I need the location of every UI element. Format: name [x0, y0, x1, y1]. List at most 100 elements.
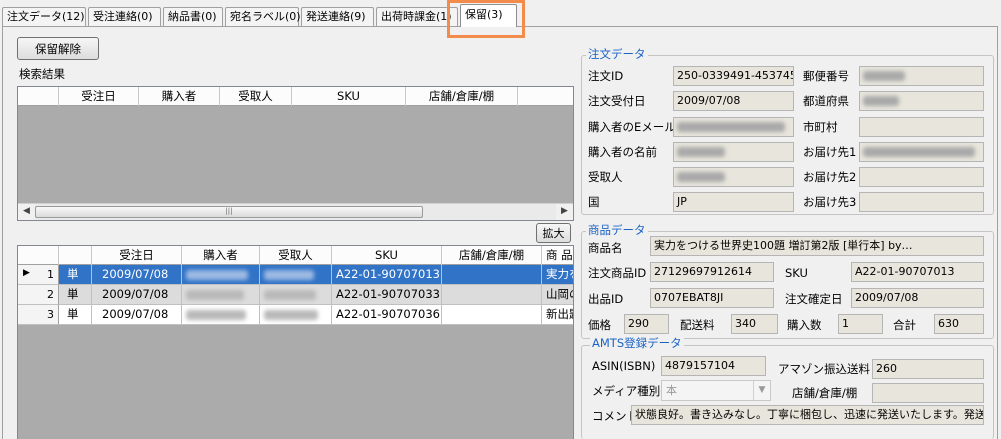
redacted-text: [186, 269, 248, 280]
product-data-title: 商品データ: [586, 223, 648, 237]
col-sku[interactable]: SKU: [292, 87, 406, 106]
address2-field[interactable]: [859, 167, 984, 187]
cell-sku: A22-01-90707033: [332, 285, 442, 305]
quantity-field[interactable]: 1: [838, 314, 883, 334]
confirm-date-field[interactable]: 2009/07/08: [851, 288, 984, 308]
total-label: 合計: [893, 318, 916, 332]
cell-recipient: [260, 305, 332, 325]
cell-product: 新出題: [542, 305, 573, 325]
col-recipient[interactable]: 受取人: [260, 246, 332, 265]
postal-code-label: 郵便番号: [803, 69, 849, 83]
redacted-text: [863, 96, 899, 106]
address3-field[interactable]: [859, 192, 984, 212]
order-item-id-label: 注文商品ID: [588, 266, 647, 280]
sku-field[interactable]: A22-01-90707013: [851, 262, 984, 282]
address1-field[interactable]: [859, 142, 984, 162]
col-buyer[interactable]: 購入者: [182, 246, 260, 265]
scroll-thumb[interactable]: |||: [35, 206, 423, 218]
buyer-name-field[interactable]: [673, 142, 794, 162]
cell-buyer: [182, 265, 260, 285]
horizontal-scrollbar[interactable]: ◀ ||| ▶: [18, 203, 573, 220]
order-item-id-field[interactable]: 27129697912614: [650, 262, 774, 282]
media-type-select[interactable]: 本 ▼: [661, 380, 771, 401]
tab-shipping-charge[interactable]: 出荷時課金(1): [376, 7, 458, 26]
col-recipient[interactable]: 受取人: [220, 87, 292, 106]
current-row-arrow-icon: ▶: [23, 268, 30, 278]
hold-orders-grid[interactable]: 受注日 購入者 受取人 SKU 店舗/倉庫/棚 商 品 ▶ 1 単 2009/0…: [17, 245, 574, 439]
address3-label: お届け先3: [803, 195, 857, 209]
row-header: ▶ 1: [18, 265, 59, 285]
table-row[interactable]: 3 単 2009/07/08 A22-01-90707036 新出題: [18, 305, 573, 325]
table-row[interactable]: ▶ 1 単 2009/07/08 A22-01-90707013 実力を: [18, 265, 573, 285]
tab-address-label[interactable]: 宛名ラベル(0): [225, 7, 301, 26]
grid-header: 受注日 購入者 受取人 SKU 店舗/倉庫/棚: [18, 87, 573, 106]
tab-order-contact[interactable]: 受注連絡(0): [88, 7, 161, 26]
order-data-title: 注文データ: [586, 47, 648, 61]
redacted-text: [186, 309, 246, 320]
address2-label: お届け先2: [803, 170, 857, 184]
row-number: 2: [47, 288, 54, 301]
table-row[interactable]: 2 単 2009/07/08 A22-01-90707033 山岡の: [18, 285, 573, 305]
confirm-date-label: 注文確定日: [785, 292, 843, 306]
shipping-fee-field[interactable]: 340: [731, 314, 778, 334]
col-type[interactable]: [59, 246, 92, 265]
order-date-field[interactable]: 2009/07/08: [673, 91, 794, 111]
cell-recipient: [260, 265, 332, 285]
row-number: 1: [47, 268, 54, 281]
redacted-text: [264, 289, 316, 300]
cell-sku: A22-01-90707036: [332, 305, 442, 325]
redacted-text: [863, 147, 975, 157]
col-order-date[interactable]: 受注日: [59, 87, 139, 106]
search-results-grid[interactable]: 受注日 購入者 受取人 SKU 店舗/倉庫/棚 ◀ ||| ▶: [17, 86, 574, 221]
header-corner: [18, 87, 59, 106]
col-store[interactable]: 店舗/倉庫/棚: [442, 246, 542, 265]
row-header: 3: [18, 305, 59, 325]
cell-type: 単: [59, 285, 92, 305]
comment-field[interactable]: 状態良好。書き込みなし。丁寧に梱包し、迅速に発送いたします。発送予: [631, 405, 984, 425]
amazon-shipping-fee-field[interactable]: 260: [872, 359, 984, 379]
col-product[interactable]: 商 品: [542, 246, 573, 265]
cell-type: 単: [59, 305, 92, 325]
scroll-right-icon[interactable]: ▶: [556, 204, 573, 220]
expand-button[interactable]: 拡大: [536, 223, 571, 243]
col-sku[interactable]: SKU: [332, 246, 442, 265]
order-id-field[interactable]: 250-0339491-4537456: [673, 66, 794, 86]
store-location-field[interactable]: [872, 383, 984, 403]
asin-field[interactable]: 4879157104: [661, 356, 766, 376]
recipient-field[interactable]: [673, 167, 794, 187]
listing-id-field[interactable]: 0707EBAT8JI: [650, 288, 774, 308]
postal-code-field[interactable]: [859, 66, 984, 86]
cell-store: [442, 265, 542, 285]
buyer-email-field[interactable]: [673, 117, 794, 137]
country-field[interactable]: JP: [673, 192, 794, 212]
buyer-name-label: 購入者の名前: [588, 145, 657, 159]
cell-order-date: 2009/07/08: [92, 265, 182, 285]
cell-type: 単: [59, 265, 92, 285]
scroll-left-icon[interactable]: ◀: [18, 204, 35, 220]
media-type-label: メディア種別: [592, 384, 661, 398]
asin-label: ASIN(ISBN): [592, 359, 656, 373]
city-field[interactable]: [859, 117, 984, 137]
media-type-value: 本: [666, 384, 677, 397]
tab-shipping-contact[interactable]: 発送連絡(9): [301, 7, 374, 26]
total-field[interactable]: 630: [934, 314, 984, 334]
recipient-label: 受取人: [588, 170, 623, 184]
chevron-down-icon[interactable]: ▼: [753, 381, 770, 400]
grid-header: 受注日 購入者 受取人 SKU 店舗/倉庫/棚 商 品: [18, 246, 573, 265]
redacted-text: [677, 172, 725, 182]
price-label: 価格: [588, 318, 611, 332]
col-buyer[interactable]: 購入者: [139, 87, 220, 106]
tab-delivery-note[interactable]: 納品書(0): [163, 7, 223, 26]
cell-order-date: 2009/07/08: [92, 285, 182, 305]
product-name-field[interactable]: 実力をつける世界史100題 増訂第2版 [単行本] by…: [650, 236, 984, 256]
price-field[interactable]: 290: [624, 314, 669, 334]
prefecture-field[interactable]: [859, 91, 984, 111]
tab-order-data[interactable]: 注文データ(12): [2, 7, 86, 26]
cell-buyer: [182, 305, 260, 325]
col-order-date[interactable]: 受注日: [92, 246, 182, 265]
col-store[interactable]: 店舗/倉庫/棚: [406, 87, 518, 106]
search-results-label: 検索結果: [19, 67, 65, 81]
release-hold-button[interactable]: 保留解除: [17, 37, 99, 60]
sku-label: SKU: [785, 266, 808, 280]
redacted-text: [677, 122, 785, 132]
